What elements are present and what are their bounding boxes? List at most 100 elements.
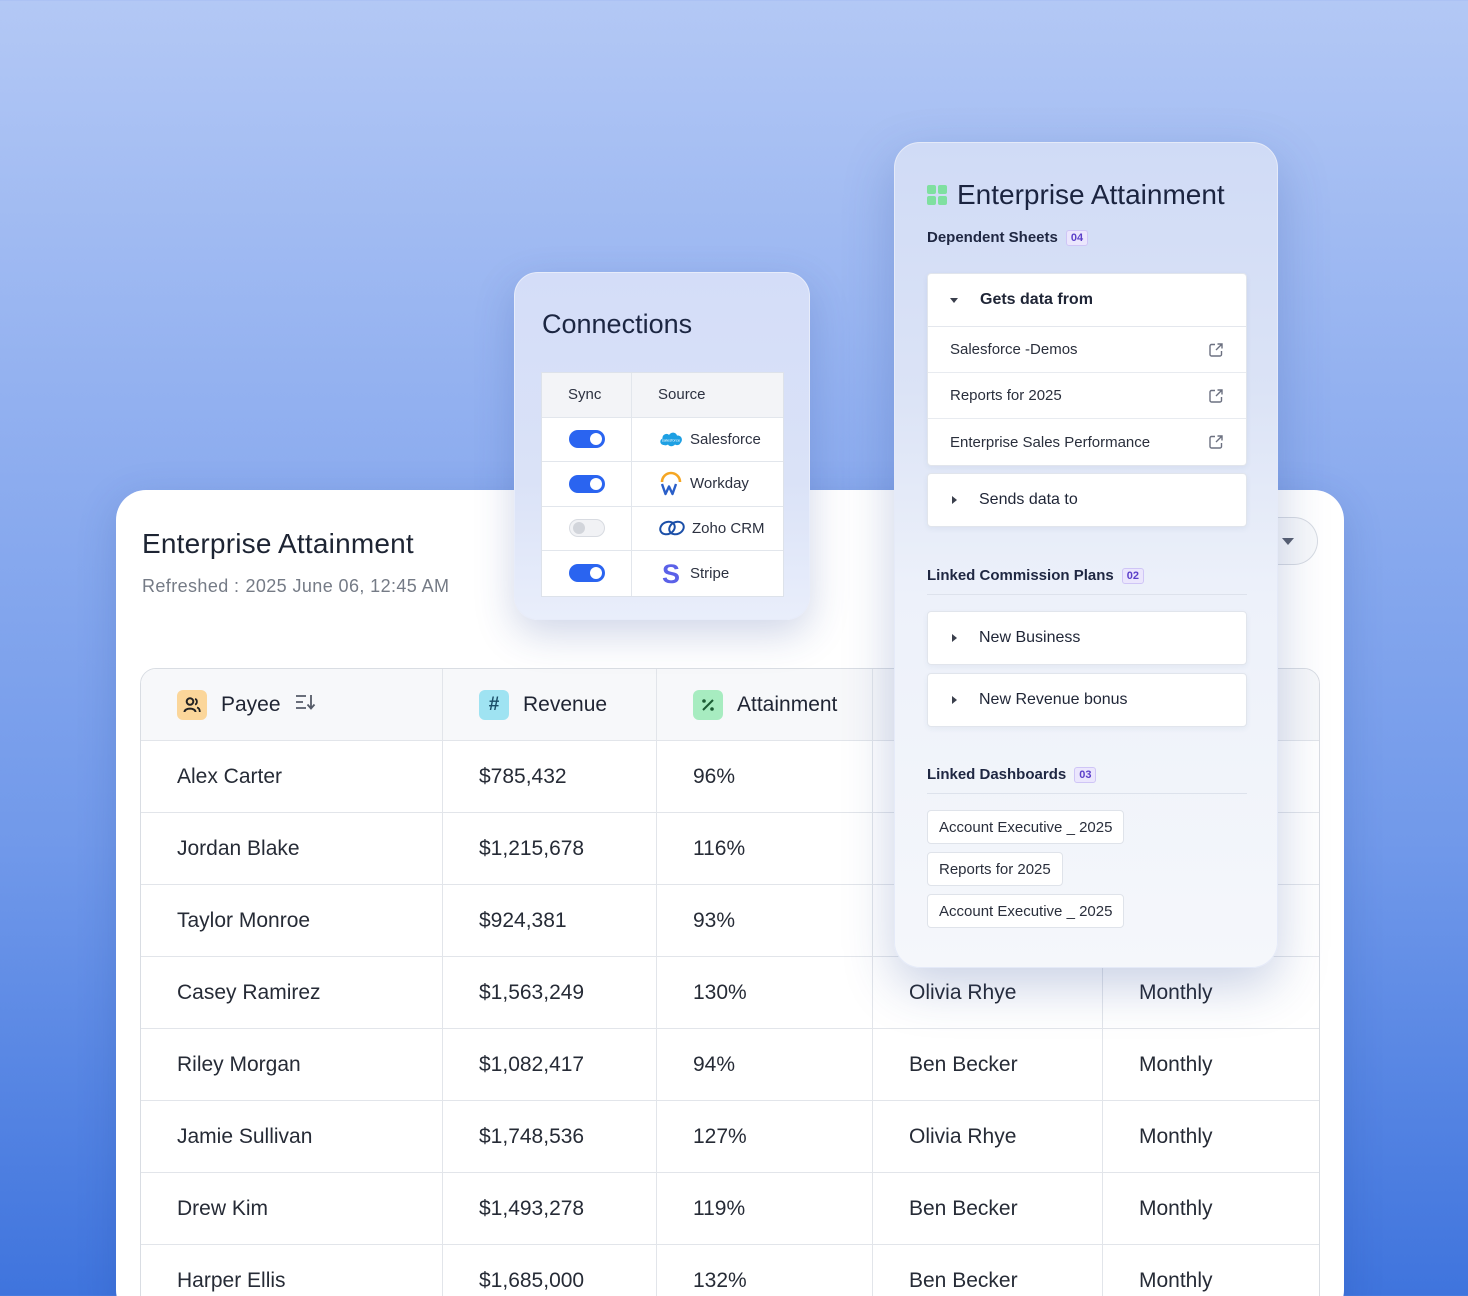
manager-cell: Ben Becker xyxy=(873,1173,1103,1244)
count-badge: 03 xyxy=(1074,766,1097,783)
grid-icon xyxy=(927,185,947,205)
manager-cell: Ben Becker xyxy=(873,1245,1103,1296)
divider xyxy=(927,793,1247,794)
attainment-cell: 119% xyxy=(657,1173,873,1244)
plan-name: New Revenue bonus xyxy=(979,691,1128,708)
percent-icon xyxy=(693,689,723,720)
payee-cell: Casey Ramirez xyxy=(141,957,443,1028)
attainment-cell: 93% xyxy=(657,885,873,956)
payee-cell: Alex Carter xyxy=(141,741,443,812)
connection-row-stripe: S Stripe xyxy=(542,551,783,596)
payee-cell: Jordan Blake xyxy=(141,813,443,884)
panel-title: Enterprise Attainment xyxy=(927,179,1225,211)
salesforce-logo-text: salesforce xyxy=(662,438,681,443)
sends-data-to-toggle[interactable]: Sends data to xyxy=(928,474,1246,526)
period-cell: Monthly xyxy=(1139,1268,1213,1292)
column-header-revenue[interactable]: # Revenue xyxy=(443,669,657,740)
count-badge: 04 xyxy=(1065,229,1089,246)
period-cell: Monthly xyxy=(1139,1196,1213,1220)
payee-cell: Drew Kim xyxy=(141,1173,443,1244)
person-icon xyxy=(177,689,207,720)
caret-down-icon xyxy=(950,297,958,303)
accordion-label: Sends data to xyxy=(979,491,1078,508)
sync-header: Sync xyxy=(542,373,632,417)
attainment-cell: 132% xyxy=(657,1245,873,1296)
period-cell: Monthly xyxy=(1139,1124,1213,1148)
sync-toggle-zoho[interactable] xyxy=(568,519,605,538)
sheet-title: Enterprise Attainment xyxy=(142,528,414,559)
connections-header-row: Sync Source xyxy=(542,373,783,418)
dashboard-chip[interactable]: Account Executive _ 2025 xyxy=(927,894,1125,928)
plan-toggle[interactable]: New Revenue bonus xyxy=(928,674,1246,726)
source-name: Salesforce xyxy=(690,430,761,448)
list-item[interactable]: Reports for 2025 xyxy=(928,373,1246,419)
list-item[interactable]: Enterprise Sales Performance xyxy=(928,419,1246,465)
sync-toggle-workday[interactable] xyxy=(568,474,605,493)
plan-name: New Business xyxy=(979,629,1081,646)
gets-data-from-toggle[interactable]: Gets data from xyxy=(928,274,1246,326)
stripe-logo-icon: S xyxy=(658,559,684,589)
dependent-sheets-label: Dependent Sheets 04 xyxy=(927,229,1089,246)
plan-toggle[interactable]: New Business xyxy=(928,612,1246,664)
chevron-down-icon xyxy=(1282,538,1294,545)
external-link-icon[interactable] xyxy=(1208,434,1224,450)
manager-cell: Olivia Rhye xyxy=(873,1101,1103,1172)
svg-text:S: S xyxy=(662,560,680,586)
linked-dashboards-label: Linked Dashboards 03 xyxy=(927,766,1097,783)
source-sheet-name: Enterprise Sales Performance xyxy=(950,433,1151,451)
revenue-cell: $1,748,536 xyxy=(443,1101,657,1172)
payee-cell: Taylor Monroe xyxy=(141,885,443,956)
payee-cell: Jamie Sullivan xyxy=(141,1101,443,1172)
revenue-cell: $1,215,678 xyxy=(443,813,657,884)
refreshed-value: 2025 June 06, 12:45 AM xyxy=(245,576,450,596)
attainment-cell: 127% xyxy=(657,1101,873,1172)
payee-cell: Harper Ellis xyxy=(141,1245,443,1296)
payee-cell: Riley Morgan xyxy=(141,1029,443,1100)
period-cell: Monthly xyxy=(1139,1052,1213,1076)
table-row[interactable]: Drew Kim $1,493,278 119% Ben Becker Mont… xyxy=(141,1173,1319,1245)
column-header-label: Revenue xyxy=(523,692,608,716)
sort-icon[interactable] xyxy=(295,693,317,716)
table-row[interactable]: Riley Morgan $1,082,417 94% Ben Becker M… xyxy=(141,1029,1319,1101)
section-label-text: Linked Commission Plans xyxy=(927,567,1114,584)
sync-toggle-stripe[interactable] xyxy=(568,564,605,583)
manager-cell: Ben Becker xyxy=(873,1029,1103,1100)
plan-new-revenue-bonus[interactable]: New Revenue bonus xyxy=(927,673,1247,727)
revenue-cell: $1,563,249 xyxy=(443,957,657,1028)
dashboard-chip[interactable]: Reports for 2025 xyxy=(927,852,1063,886)
salesforce-logo-icon: salesforce xyxy=(658,426,684,452)
revenue-cell: $1,685,000 xyxy=(443,1245,657,1296)
list-item[interactable]: Salesforce -Demos xyxy=(928,327,1246,373)
source-name: Zoho CRM xyxy=(692,519,765,537)
revenue-cell: $1,493,278 xyxy=(443,1173,657,1244)
dashboard-chip[interactable]: Account Executive _ 2025 xyxy=(927,810,1125,844)
connections-table: Sync Source salesforce Salesforce Workda… xyxy=(541,372,784,597)
attainment-cell: 116% xyxy=(657,813,873,884)
external-link-icon[interactable] xyxy=(1208,342,1224,358)
column-header-label: Attainment xyxy=(737,692,838,716)
table-row[interactable]: Jamie Sullivan $1,748,536 127% Olivia Rh… xyxy=(141,1101,1319,1173)
plan-new-business[interactable]: New Business xyxy=(927,611,1247,665)
count-badge: 02 xyxy=(1121,567,1144,584)
external-link-icon[interactable] xyxy=(1208,388,1224,404)
sends-data-to-accordion[interactable]: Sends data to xyxy=(927,473,1247,527)
revenue-cell: $924,381 xyxy=(443,885,657,956)
column-header-attainment[interactable]: Attainment xyxy=(657,669,873,740)
gets-data-from-list: Salesforce -Demos Reports for 2025 Enter… xyxy=(928,326,1246,465)
connection-row-workday: Workday xyxy=(542,462,783,507)
caret-right-icon xyxy=(952,696,957,704)
connections-title: Connections xyxy=(542,309,693,339)
sync-toggle-salesforce[interactable] xyxy=(568,430,605,449)
connection-row-salesforce: salesforce Salesforce xyxy=(542,417,783,462)
section-label-text: Dependent Sheets xyxy=(927,229,1058,246)
caret-right-icon xyxy=(952,634,957,642)
attainment-cell: 96% xyxy=(657,741,873,812)
dependencies-panel: Enterprise Attainment Dependent Sheets 0… xyxy=(894,142,1278,968)
connections-card: Connections Sync Source salesforce Sales… xyxy=(514,272,810,620)
refreshed-timestamp: Refreshed :2025 June 06, 12:45 AM xyxy=(142,576,449,597)
gets-data-from-accordion: Gets data from Salesforce -Demos Reports… xyxy=(927,273,1247,466)
column-header-payee[interactable]: Payee xyxy=(141,669,443,740)
revenue-cell: $785,432 xyxy=(443,741,657,812)
table-row[interactable]: Harper Ellis $1,685,000 132% Ben Becker … xyxy=(141,1245,1319,1296)
refreshed-label: Refreshed : xyxy=(142,576,240,596)
